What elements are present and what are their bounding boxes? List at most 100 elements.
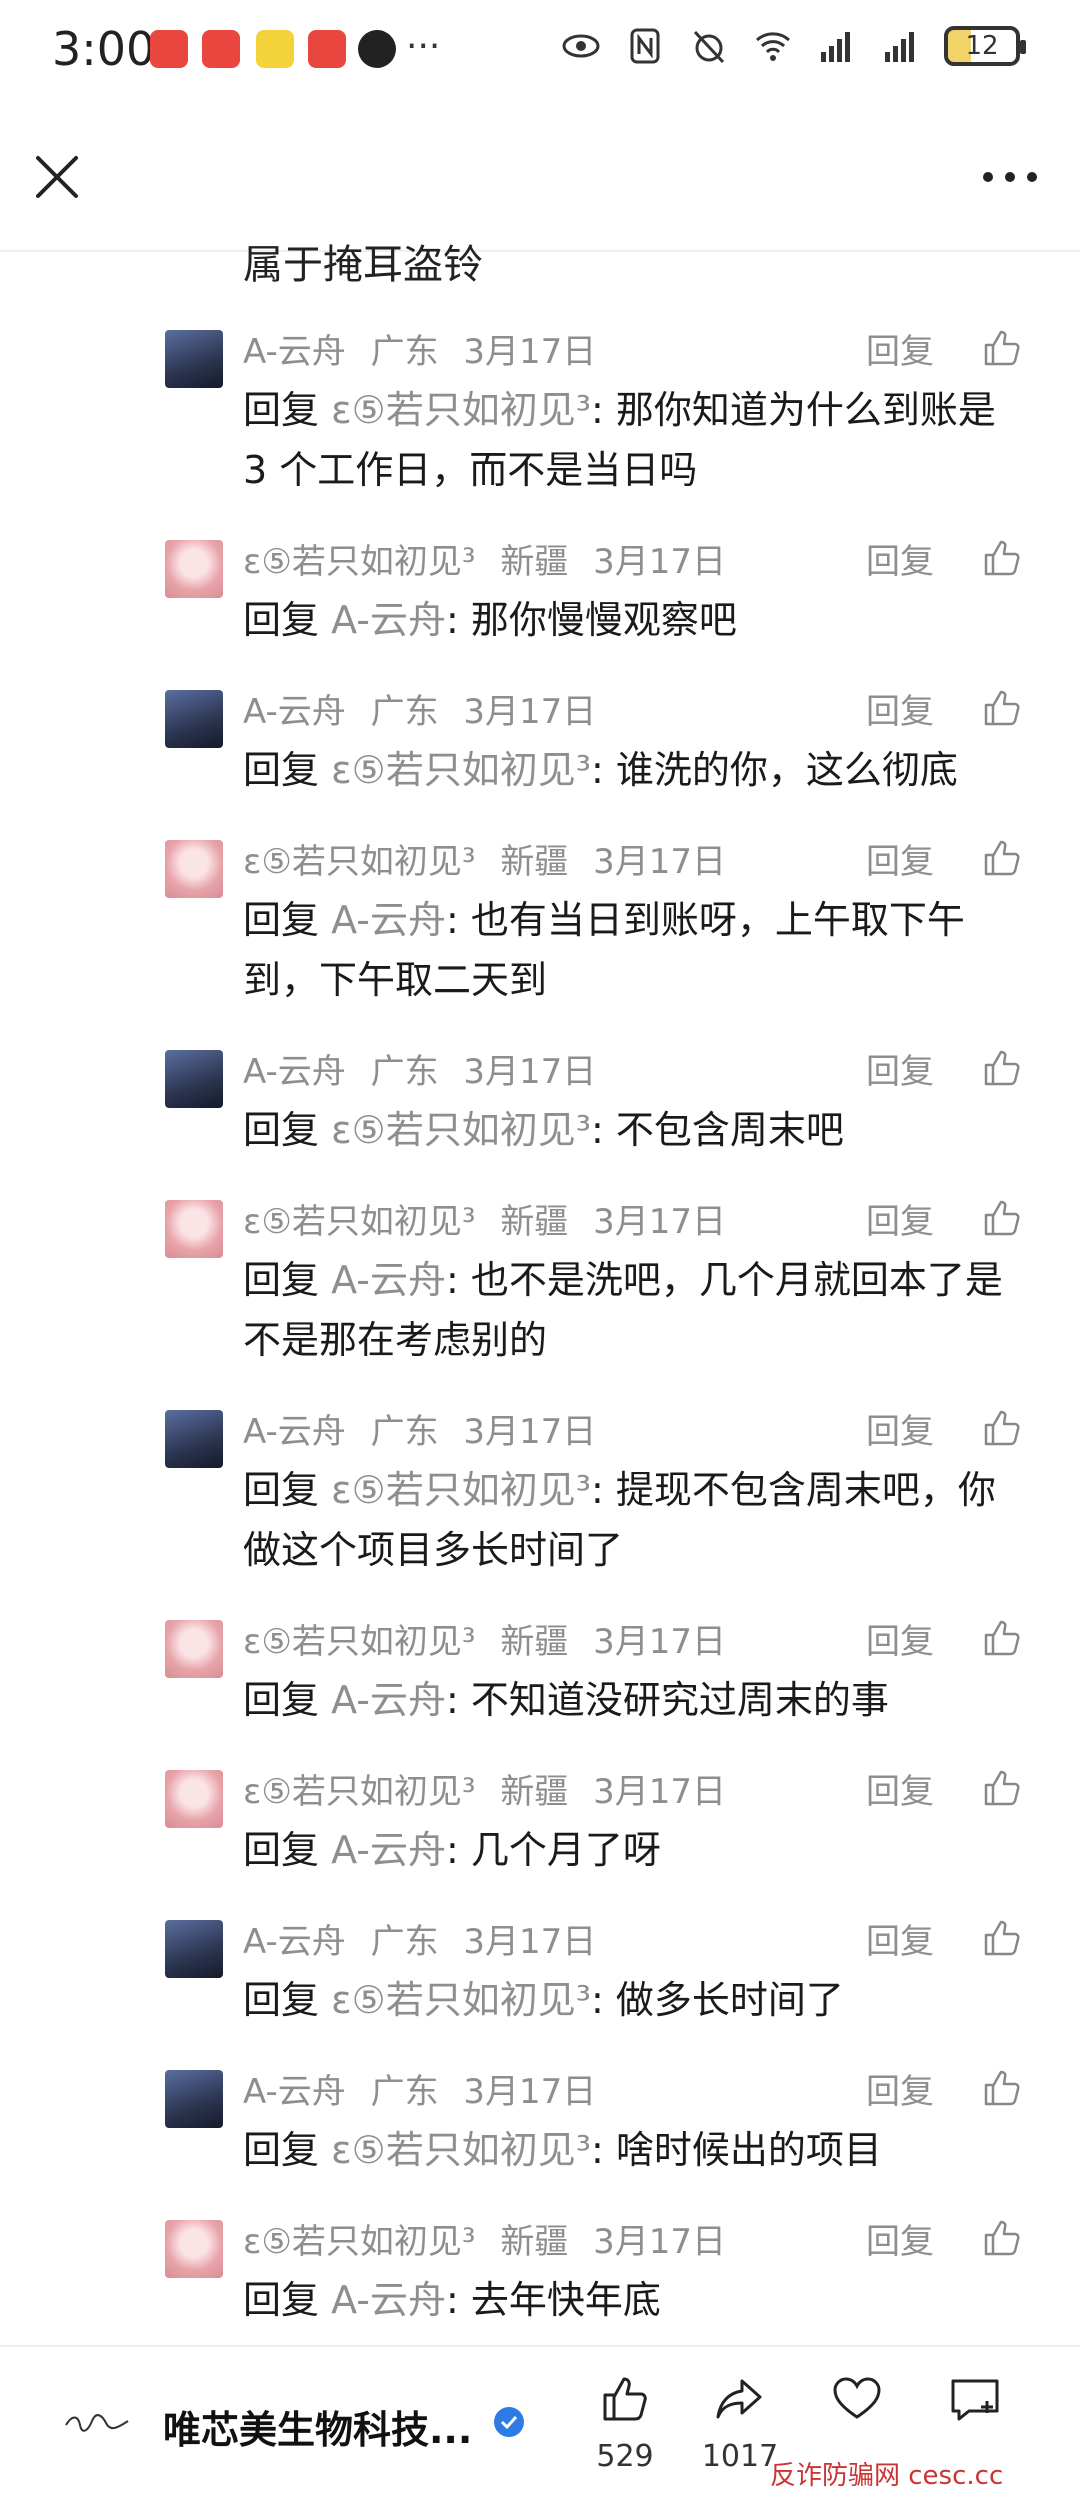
comment-username[interactable]: A-云舟 (243, 1922, 346, 1962)
comment-body: 回复 ε⑤若只如初见³: 啥时候出的项目 (243, 2120, 1023, 2180)
reply-target[interactable]: ε⑤若只如初见³ (331, 1468, 591, 1512)
reply-button[interactable]: 回复 (866, 2064, 934, 2113)
reply-target[interactable]: A-云舟 (331, 2278, 446, 2322)
comment-meta: A-云舟 广东 3月17日 (243, 1914, 1080, 1970)
comment-region: 新疆 (500, 1622, 569, 1662)
comment-body: 回复 A-云舟: 也不是洗吧，几个月就回本了是不是那在考虑别的 (243, 1250, 1023, 1370)
thumbs-up-icon[interactable] (980, 1406, 1024, 1450)
comment-username[interactable]: ε⑤若只如初见³ (243, 1622, 476, 1662)
reply-button[interactable]: 回复 (866, 324, 934, 373)
avatar[interactable] (165, 2070, 223, 2128)
share-action[interactable]: 1017 (700, 2371, 780, 2474)
status-time: 3:00 (52, 22, 156, 76)
thumbs-up-icon[interactable] (980, 836, 1024, 880)
comment-username[interactable]: ε⑤若只如初见³ (243, 1202, 476, 1242)
comment-username[interactable]: A-云舟 (243, 692, 346, 732)
avatar[interactable] (165, 1410, 223, 1468)
reply-target[interactable]: A-云舟 (331, 1258, 446, 1302)
comment-username[interactable]: ε⑤若只如初见³ (243, 2222, 476, 2262)
thumbs-up-icon[interactable] (980, 1616, 1024, 1660)
comment-item: ε⑤若只如初见³ 新疆 3月17日 回复 回复 A-云舟: 不知道没研究过周末的… (0, 1610, 1080, 1760)
avatar[interactable] (165, 840, 223, 898)
reply-target[interactable]: A-云舟 (331, 898, 446, 942)
avatar[interactable] (165, 1200, 223, 1258)
comment-username[interactable]: A-云舟 (243, 1052, 346, 1092)
bottom-bar: 唯芯美生物科技... 529 1017 反诈防骗网 cesc.cc (0, 2345, 1080, 2506)
reply-button[interactable]: 回复 (866, 684, 934, 733)
more-menu-icon[interactable] (980, 165, 1040, 189)
thumbs-up-icon[interactable] (980, 1766, 1024, 1810)
favorite-action[interactable] (817, 2371, 897, 2431)
thumbs-up-icon[interactable] (980, 2216, 1024, 2260)
avatar[interactable] (165, 1770, 223, 1828)
avatar[interactable] (165, 2220, 223, 2278)
reply-target[interactable]: A-云舟 (331, 1828, 446, 1872)
thumbs-up-icon[interactable] (980, 2066, 1024, 2110)
reply-target[interactable]: A-云舟 (331, 1678, 446, 1722)
comment-date: 3月17日 (593, 842, 727, 882)
comment-body: 回复 A-云舟: 那你慢慢观察吧 (243, 590, 1023, 650)
like-action[interactable]: 529 (585, 2371, 665, 2474)
reply-button[interactable]: 回复 (866, 1044, 934, 1093)
comment-item: ε⑤若只如初见³ 新疆 3月17日 回复 回复 A-云舟: 也有当日到账呀，上午… (0, 830, 1080, 1040)
thumbs-up-icon[interactable] (980, 686, 1024, 730)
comment-body: 回复 ε⑤若只如初见³: 提现不包含周末吧，你做这个项目多长时间了 (243, 1460, 1023, 1580)
comment-region: 广东 (370, 1922, 439, 1962)
reply-prefix: 回复 (243, 1258, 320, 1302)
comment-date: 3月17日 (463, 1922, 597, 1962)
partial-comment-text: 属于掩耳盗铃 (243, 242, 483, 288)
thumbs-up-icon[interactable] (980, 1196, 1024, 1240)
comment-username[interactable]: A-云舟 (243, 332, 346, 372)
reply-target[interactable]: ε⑤若只如初见³ (331, 1978, 591, 2022)
heart-icon (833, 2377, 881, 2419)
reply-button[interactable]: 回复 (866, 2214, 934, 2263)
comment-region: 新疆 (500, 1772, 569, 1812)
notes-app-icon (256, 30, 294, 68)
comment-username[interactable]: A-云舟 (243, 2072, 346, 2112)
avatar[interactable] (165, 1050, 223, 1108)
reply-button[interactable]: 回复 (866, 1404, 934, 1453)
comment-meta: A-云舟 广东 3月17日 (243, 684, 1080, 740)
reply-button[interactable]: 回复 (866, 1914, 934, 1963)
reply-target[interactable]: ε⑤若只如初见³ (331, 388, 591, 432)
comment-action[interactable] (935, 2371, 1015, 2431)
thumbs-up-icon[interactable] (980, 536, 1024, 580)
avatar[interactable] (165, 330, 223, 388)
comment-date: 3月17日 (463, 692, 597, 732)
thumbs-up-icon[interactable] (980, 326, 1024, 370)
reply-button[interactable]: 回复 (866, 534, 934, 583)
comment-username[interactable]: ε⑤若只如初见³ (243, 842, 476, 882)
close-icon[interactable] (30, 150, 84, 204)
comment-body: 回复 ε⑤若只如初见³: 做多长时间了 (243, 1970, 1023, 2030)
comment-date: 3月17日 (593, 1202, 727, 1242)
reply-target[interactable]: ε⑤若只如初见³ (331, 2128, 591, 2172)
reply-target[interactable]: ε⑤若只如初见³ (331, 1108, 591, 1152)
comment-list: A-云舟 广东 3月17日 回复 回复 ε⑤若只如初见³: 那你知道为什么到账是… (0, 320, 1080, 2360)
reply-target[interactable]: ε⑤若只如初见³ (331, 748, 591, 792)
reply-button[interactable]: 回复 (866, 1764, 934, 1813)
avatar[interactable] (165, 1620, 223, 1678)
avatar[interactable] (165, 1920, 223, 1978)
comment-body: 回复 ε⑤若只如初见³: 谁洗的你，这么彻底 (243, 740, 1023, 800)
reply-button[interactable]: 回复 (866, 1614, 934, 1663)
reply-button[interactable]: 回复 (866, 1194, 934, 1243)
comment-username[interactable]: ε⑤若只如初见³ (243, 542, 476, 582)
reply-prefix: 回复 (243, 598, 320, 642)
reply-target[interactable]: A-云舟 (331, 598, 446, 642)
thumbs-up-icon[interactable] (980, 1916, 1024, 1960)
qq-icon (358, 30, 396, 68)
comment-date: 3月17日 (593, 542, 727, 582)
avatar[interactable] (165, 540, 223, 598)
account-name[interactable]: 唯芯美生物科技... (163, 2399, 472, 2454)
comment-item: A-云舟 广东 3月17日 回复 回复 ε⑤若只如初见³: 提现不包含周末吧，你… (0, 1400, 1080, 1610)
avatar[interactable] (165, 690, 223, 748)
reply-button[interactable]: 回复 (866, 834, 934, 883)
comment-text: : 啥时候出的项目 (590, 2128, 882, 2172)
comment-username[interactable]: ε⑤若只如初见³ (243, 1772, 476, 1812)
alert-app-icon (308, 30, 346, 68)
comment-date: 3月17日 (593, 1772, 727, 1812)
comment-meta: A-云舟 广东 3月17日 (243, 1044, 1080, 1100)
thumbs-up-icon[interactable] (980, 1046, 1024, 1090)
comment-meta: ε⑤若只如初见³ 新疆 3月17日 (243, 2214, 1080, 2270)
comment-username[interactable]: A-云舟 (243, 1412, 346, 1452)
